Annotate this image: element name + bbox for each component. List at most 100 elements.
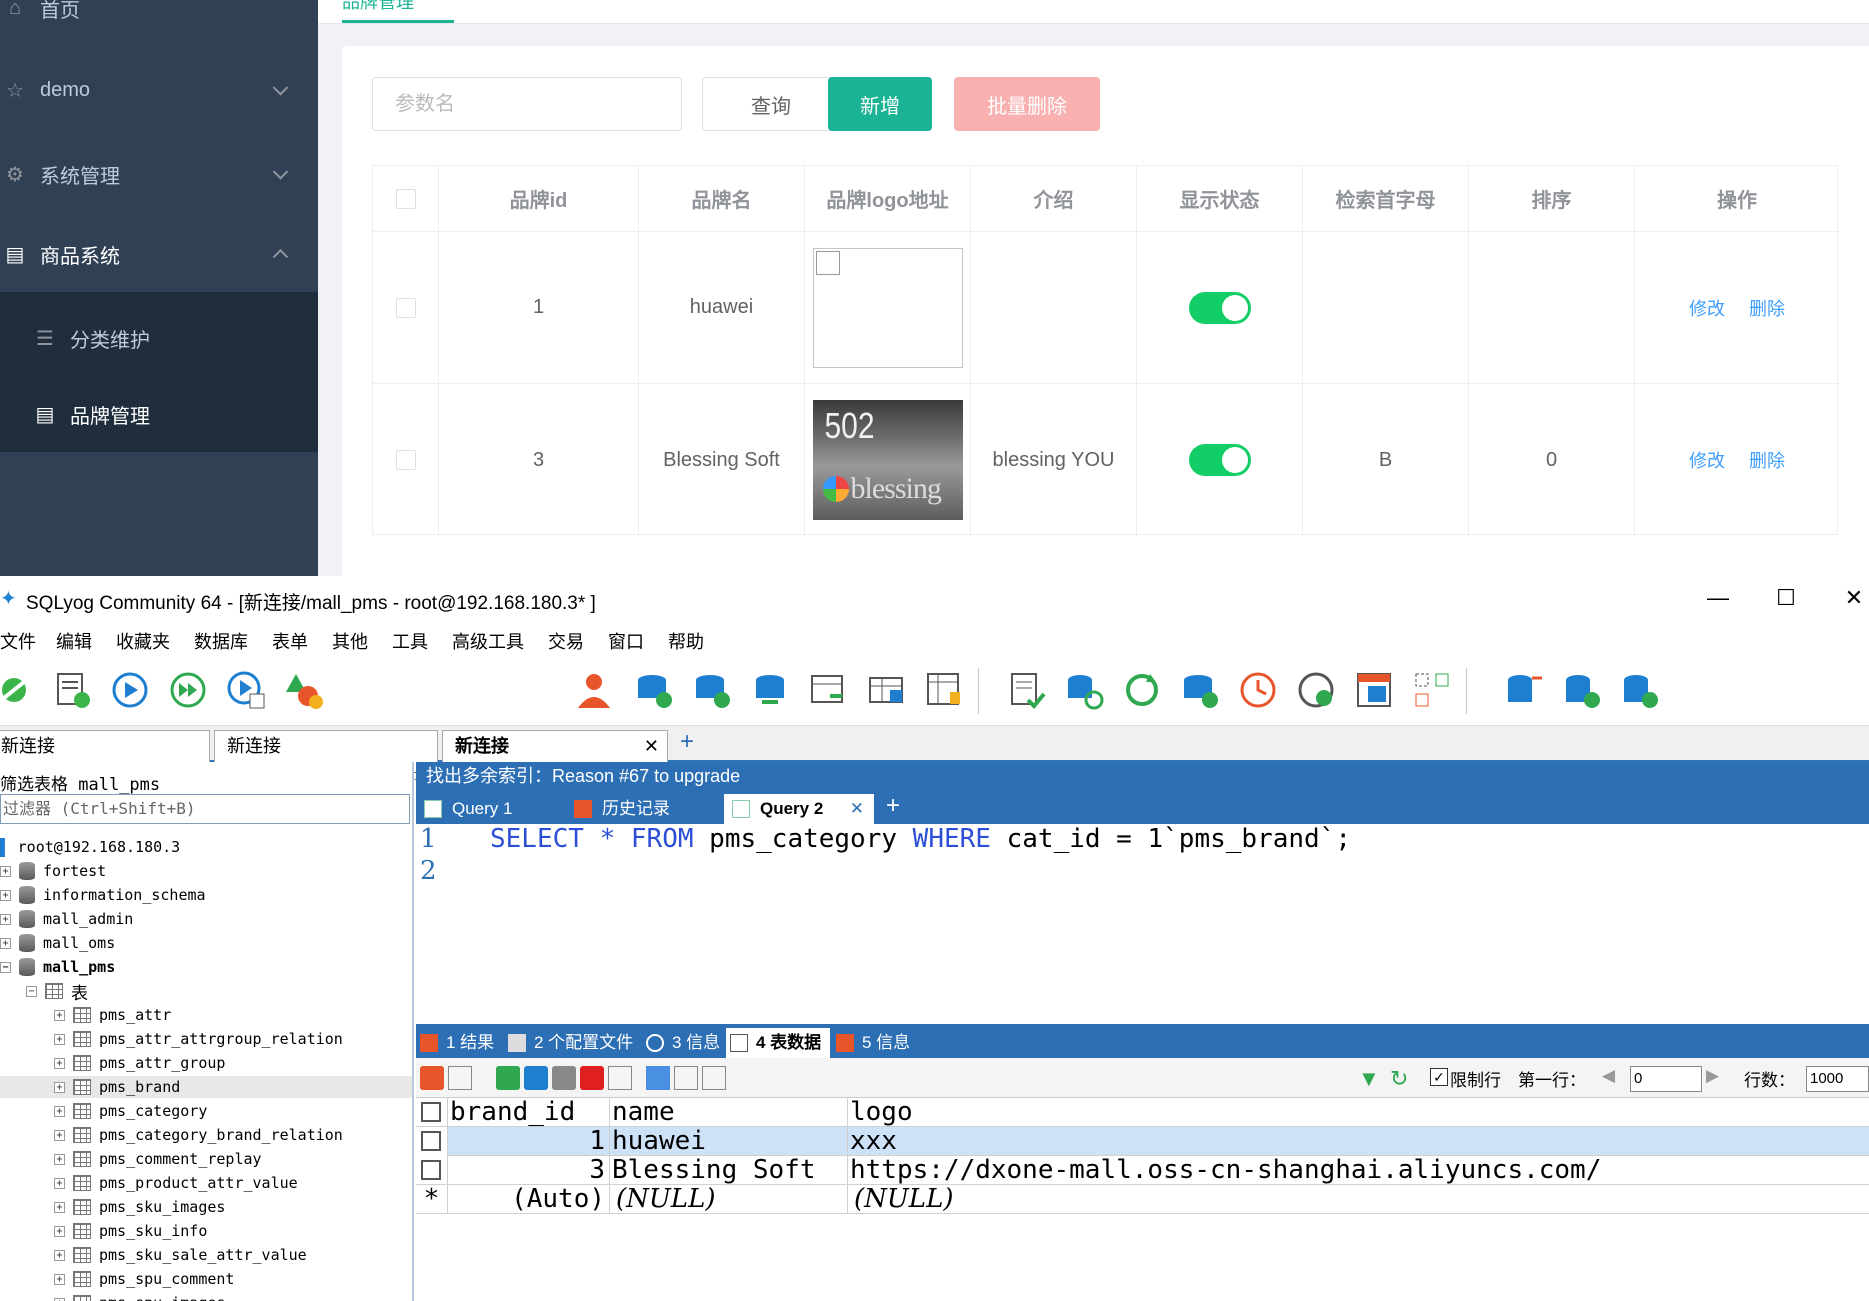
tab-info-2[interactable]: 5 信息: [832, 1028, 916, 1058]
add-tab-icon[interactable]: +: [886, 792, 900, 820]
execute-all-icon[interactable]: [166, 668, 210, 712]
expand-icon[interactable]: +: [54, 1201, 65, 1213]
select-all-checkbox[interactable]: [421, 1102, 441, 1122]
tree-table-selected[interactable]: + pms_brand: [0, 1076, 412, 1098]
cell-name[interactable]: Blessing Soft: [610, 1156, 848, 1185]
expand-icon[interactable]: +: [54, 1273, 65, 1285]
row-checkbox[interactable]: [395, 297, 416, 318]
edit-link[interactable]: 修改: [1689, 447, 1725, 473]
view-mode-icon[interactable]: [448, 1066, 472, 1090]
db-sync-icon[interactable]: [748, 668, 792, 712]
tree-db[interactable]: + mall_admin: [0, 908, 133, 930]
expand-icon[interactable]: +: [54, 1081, 65, 1093]
expand-icon[interactable]: +: [0, 913, 11, 925]
edit-link[interactable]: 修改: [1689, 295, 1725, 321]
tree-db-expanded[interactable]: − mall_pms: [0, 956, 115, 978]
expand-icon[interactable]: +: [54, 1033, 65, 1045]
sql-editor[interactable]: 1 2 SELECT * FROM pms_category WHERE cat…: [416, 824, 1869, 1024]
job-icon[interactable]: [1004, 668, 1048, 712]
tree-table[interactable]: + pms_attr_group: [54, 1052, 225, 1074]
user-icon[interactable]: [572, 668, 616, 712]
table-export-icon[interactable]: [806, 668, 850, 712]
expand-icon[interactable]: +: [54, 1153, 65, 1165]
tab-connection[interactable]: 新连接: [0, 730, 210, 762]
expand-icon[interactable]: +: [0, 937, 11, 949]
tab-brand[interactable]: 品牌管理: [342, 0, 414, 14]
cancel-icon[interactable]: [608, 1066, 632, 1090]
tree-table[interactable]: + pms_category_brand_relation: [54, 1124, 343, 1146]
table-row[interactable]: 1 huawei xxx: [416, 1127, 1869, 1156]
status-switch[interactable]: [1188, 291, 1251, 324]
expand-icon[interactable]: +: [54, 1105, 65, 1117]
sidebar-item-demo[interactable]: ☆ demo: [0, 50, 318, 130]
column-header[interactable]: logo: [848, 1098, 1869, 1127]
tab-table-data[interactable]: 4 表数据: [726, 1028, 830, 1058]
maximize-icon[interactable]: ☐: [1756, 576, 1816, 620]
menu-help[interactable]: 帮助: [668, 628, 704, 654]
sidebar-item-home[interactable]: ⌂ 首页: [0, 0, 318, 48]
text-view-icon[interactable]: [702, 1066, 726, 1090]
search-input[interactable]: 参数名: [372, 77, 682, 131]
tab-connection[interactable]: 新连接: [214, 730, 438, 762]
query-button[interactable]: 查询: [702, 77, 840, 131]
tab-info[interactable]: 3 信息: [642, 1028, 726, 1058]
schedule-icon[interactable]: [1236, 668, 1280, 712]
menu-tools[interactable]: 工具: [392, 628, 428, 654]
tree-db[interactable]: + mall_oms: [0, 932, 115, 954]
db-copy-icon[interactable]: [1178, 668, 1222, 712]
execute-icon[interactable]: [108, 668, 152, 712]
column-header[interactable]: name: [610, 1098, 848, 1127]
filter-input[interactable]: 过滤器 (Ctrl+Shift+B): [0, 794, 410, 824]
add-button[interactable]: 新增: [828, 77, 932, 131]
tab-connection-active[interactable]: 新连接 ✕: [442, 730, 668, 762]
refresh-icon[interactable]: ↻: [1390, 1066, 1414, 1091]
table-row-new[interactable]: * (Auto) (NULL) (NULL): [416, 1185, 1869, 1214]
new-query-icon[interactable]: [50, 668, 94, 712]
select-all-checkbox[interactable]: [395, 188, 416, 209]
delete-link[interactable]: 删除: [1749, 447, 1785, 473]
collapse-icon[interactable]: −: [26, 985, 37, 997]
refresh-icon[interactable]: [1120, 668, 1164, 712]
expand-icon[interactable]: +: [54, 1057, 65, 1069]
db-refresh-icon[interactable]: [1062, 668, 1106, 712]
cell-logo[interactable]: xxx: [848, 1127, 1869, 1156]
grid-view-icon[interactable]: [646, 1066, 670, 1090]
tree-table[interactable]: + pms_category: [54, 1100, 207, 1122]
expand-icon[interactable]: +: [0, 865, 11, 877]
schema-icon[interactable]: [864, 668, 908, 712]
row-checkbox[interactable]: [421, 1160, 441, 1180]
menu-other[interactable]: 其他: [332, 628, 368, 654]
db-check-icon[interactable]: [1560, 668, 1604, 712]
limit-checkbox[interactable]: ✓: [1430, 1068, 1448, 1086]
tab-query-2[interactable]: Query 2 ✕: [724, 794, 874, 824]
tree-table[interactable]: + pms_attr: [54, 1004, 171, 1026]
tree-table[interactable]: + pms_sku_info: [54, 1220, 207, 1242]
tree-db[interactable]: + information_schema: [0, 884, 206, 906]
expand-icon[interactable]: +: [54, 1129, 65, 1141]
tree-table[interactable]: + pms_product_attr_value: [54, 1172, 298, 1194]
close-icon[interactable]: ✕: [850, 794, 864, 824]
tree-table[interactable]: + pms_comment_replay: [54, 1148, 262, 1170]
sidebar-item-brand[interactable]: ▤ 品牌管理: [0, 376, 318, 452]
expand-icon[interactable]: +: [54, 1249, 65, 1261]
schema-designer-icon[interactable]: [1410, 668, 1454, 712]
cell-brand-id[interactable]: 3: [448, 1156, 610, 1185]
tree-table[interactable]: + pms_spu_images: [54, 1292, 225, 1301]
menu-favorites[interactable]: 收藏夹: [116, 628, 170, 654]
menu-window[interactable]: 窗口: [608, 628, 644, 654]
close-icon[interactable]: ✕: [1824, 576, 1869, 620]
form-view-icon[interactable]: [674, 1066, 698, 1090]
collapse-icon[interactable]: −: [0, 961, 11, 973]
tree-db[interactable]: + fortest: [0, 860, 106, 882]
shapes-icon[interactable]: [282, 668, 326, 712]
execute-edit-icon[interactable]: [224, 668, 268, 712]
filter-icon[interactable]: ▼: [1358, 1066, 1382, 1091]
sidebar-item-system[interactable]: ⚙ 系统管理: [0, 134, 318, 214]
cell-logo[interactable]: (NULL): [848, 1185, 1869, 1214]
minimize-icon[interactable]: —: [1688, 576, 1748, 620]
cell-name[interactable]: (NULL): [610, 1185, 848, 1214]
cell-brand-id[interactable]: 1: [448, 1127, 610, 1156]
save-icon[interactable]: [552, 1066, 576, 1090]
sidebar-item-category[interactable]: ☰ 分类维护: [0, 300, 318, 376]
rows-count-input[interactable]: 1000: [1806, 1066, 1869, 1092]
